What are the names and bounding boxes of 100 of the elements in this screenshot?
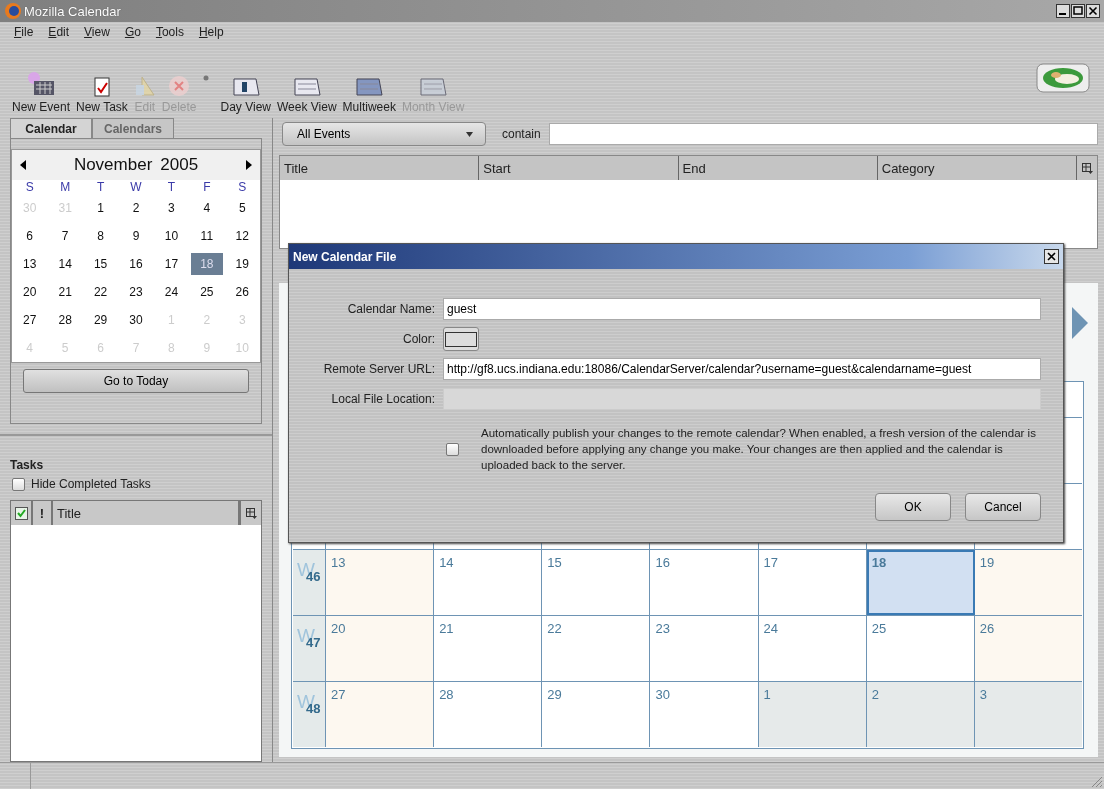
dialog-title: New Calendar File <box>293 249 397 264</box>
day-cell[interactable]: 4 <box>191 197 223 219</box>
delete-icon <box>168 75 191 97</box>
day-cell[interactable]: 13 <box>326 550 435 615</box>
year-title: 2005 <box>160 155 199 175</box>
search-field[interactable] <box>548 123 1098 145</box>
day-cell[interactable]: 24 <box>155 281 188 303</box>
day-cell[interactable]: 16 <box>120 253 152 275</box>
day-cell[interactable]: 22 <box>84 281 117 303</box>
column-picker-icon <box>1081 162 1093 174</box>
day-cell[interactable]: 27 <box>326 682 435 747</box>
calendar-icon <box>292 75 321 97</box>
go-to-today-button[interactable]: Go to Today <box>23 369 249 393</box>
toolbar-button[interactable]: Multiweek <box>340 75 398 114</box>
month-title: November <box>73 155 153 175</box>
day-cell[interactable]: 20 <box>326 616 435 681</box>
checkbox-label: Hide Completed Tasks <box>31 477 151 491</box>
minimize-icon[interactable] <box>1056 4 1070 18</box>
day-cell[interactable]: 9 <box>120 225 152 247</box>
weekday-label: T <box>166 180 177 194</box>
menu-item[interactable]: View <box>84 25 121 39</box>
menu-item[interactable]: File <box>14 25 45 39</box>
grip-icon <box>202 75 209 81</box>
throbber-logo-icon <box>1036 63 1090 93</box>
resize-grip-icon[interactable] <box>1092 777 1102 787</box>
day-cell[interactable]: 13 <box>14 253 46 275</box>
day-cell[interactable]: 6 <box>14 225 46 247</box>
day-cell[interactable]: 12 <box>226 225 258 247</box>
column-header[interactable]: Category <box>877 156 1077 180</box>
day-cell[interactable]: 5 <box>226 197 258 219</box>
checkbox[interactable] <box>446 442 459 456</box>
maximize-icon[interactable] <box>1071 4 1085 18</box>
day-cell[interactable]: 15 <box>84 253 117 275</box>
day-cell[interactable]: 2 <box>120 197 152 219</box>
weekday-label: S <box>24 180 35 194</box>
day-cell[interactable]: 1 <box>758 682 867 747</box>
menu-item[interactable]: Edit <box>48 25 81 39</box>
contain-label: contain <box>502 127 541 141</box>
toolbar-button[interactable]: New Event <box>10 71 73 114</box>
weekday-label: W <box>129 180 143 194</box>
weekday-label: F <box>202 180 212 194</box>
day-cell[interactable]: 11 <box>191 225 223 247</box>
day-cell[interactable]: 20 <box>14 281 46 303</box>
menu-item[interactable]: Go <box>124 25 152 39</box>
toolbar-button[interactable]: Day View <box>218 75 273 114</box>
column-header[interactable]: End <box>678 156 878 180</box>
day-cell[interactable]: 19 <box>974 550 1082 615</box>
day-cell[interactable]: 30 <box>120 309 152 331</box>
calendar-star-icon <box>26 71 56 97</box>
day-cell[interactable]: 10 <box>155 225 188 247</box>
menu-item[interactable]: Tools <box>155 25 195 39</box>
day-cell[interactable]: 29 <box>84 309 117 331</box>
previous-month-icon[interactable] <box>20 160 26 170</box>
day-cell[interactable]: 25 <box>191 281 223 303</box>
weekday-label: T <box>95 180 106 194</box>
day-cell[interactable]: 3 <box>974 682 1082 747</box>
day-cell[interactable]: 1 <box>84 197 117 219</box>
sidebar-tab[interactable]: Calendar <box>10 118 92 138</box>
checkmark-icon <box>14 506 28 520</box>
day-cell[interactable]: 28 <box>49 309 81 331</box>
dialog-button[interactable]: OK <box>875 493 951 521</box>
checkbox[interactable] <box>12 477 25 491</box>
field-label: Remote Server URL: <box>322 362 435 376</box>
column-header[interactable]: Start <box>479 156 679 180</box>
day-cell[interactable]: 17 <box>155 253 188 275</box>
day-cell[interactable]: 2 <box>866 682 975 747</box>
dialog-button[interactable]: Cancel <box>965 493 1041 521</box>
app-logo-icon <box>4 2 22 20</box>
close-icon[interactable] <box>1086 4 1100 18</box>
day-cell[interactable]: 19 <box>226 253 258 275</box>
day-cell[interactable]: 23 <box>120 281 152 303</box>
filter-dropdown[interactable]: All Events <box>282 122 486 146</box>
window-title: Mozilla Calendar <box>24 3 121 19</box>
day-cell[interactable]: 8 <box>84 225 117 247</box>
menu-item[interactable]: Help <box>198 25 235 39</box>
day-cell[interactable]: 26 <box>226 281 258 303</box>
field-label: Color: <box>402 332 435 346</box>
column-header[interactable]: Title <box>280 156 480 180</box>
column-picker-icon <box>245 507 257 519</box>
edit-icon <box>133 75 156 97</box>
toolbar-button[interactable]: Week View <box>275 75 339 114</box>
input-field[interactable]: http://gf8.ucs.indiana.edu:18086/CalendarServer/calendar?username=guest&calendarname=guest <box>443 358 1041 380</box>
day-cell[interactable]: 3 <box>155 197 188 219</box>
calendar-icon <box>231 75 260 97</box>
calendar-icon <box>419 75 448 97</box>
input-field[interactable]: guest <box>443 298 1041 320</box>
color-picker-button[interactable] <box>443 327 479 351</box>
dropdown-arrow-icon <box>466 131 473 137</box>
weekday-label: M <box>59 180 72 194</box>
field-label: Calendar Name: <box>346 302 435 316</box>
day-cell[interactable]: 14 <box>49 253 81 275</box>
close-icon[interactable] <box>1044 249 1059 264</box>
day-cell[interactable]: 26 <box>974 616 1082 681</box>
weekday-label: S <box>237 180 248 194</box>
next-arrow-icon[interactable] <box>1072 307 1088 339</box>
day-cell[interactable]: 21 <box>49 281 81 303</box>
day-cell[interactable]: 7 <box>49 225 81 247</box>
day-cell[interactable]: 27 <box>14 309 46 331</box>
next-month-icon[interactable] <box>246 160 252 170</box>
toolbar-button[interactable]: New Task <box>74 77 130 114</box>
